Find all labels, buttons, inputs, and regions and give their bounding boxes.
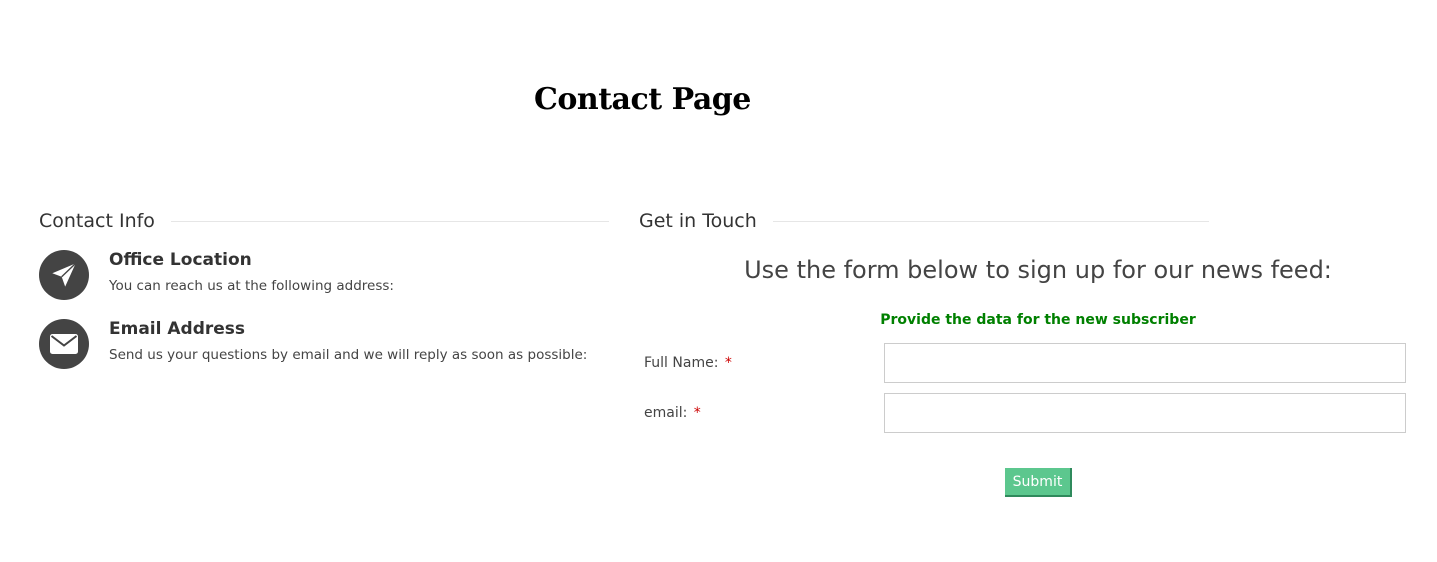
full-name-input[interactable] [884, 343, 1406, 383]
required-marker: * [693, 405, 701, 421]
form-instruction-text: Provide the data for the new subscriber [880, 312, 1196, 328]
full-name-label-text: Full Name: [644, 355, 719, 371]
get-in-touch-heading: Get in Touch [639, 208, 1209, 234]
heading-divider [170, 220, 609, 222]
form-intro-text: Use the form below to sign up for our ne… [744, 256, 1332, 284]
email-input[interactable] [884, 393, 1406, 433]
get-in-touch-heading-label: Get in Touch [639, 210, 757, 232]
page-title: Contact Page [534, 82, 751, 117]
email-label: email: * [644, 405, 701, 421]
office-location-title: Office Location [109, 250, 252, 270]
paper-plane-icon [39, 250, 89, 300]
email-label-text: email: [644, 405, 688, 421]
contact-info-heading-label: Contact Info [39, 210, 155, 232]
envelope-icon [39, 319, 89, 369]
email-address-item: Email Address Send us your questions by … [39, 319, 609, 371]
submit-button[interactable]: Submit [1005, 468, 1072, 497]
contact-info-heading: Contact Info [39, 208, 609, 234]
email-address-title: Email Address [109, 319, 246, 339]
required-marker: * [724, 355, 732, 371]
office-location-description: You can reach us at the following addres… [109, 278, 394, 294]
heading-divider [772, 220, 1209, 222]
full-name-label: Full Name: * [644, 355, 732, 371]
office-location-item: Office Location You can reach us at the … [39, 250, 609, 302]
email-address-description: Send us your questions by email and we w… [109, 347, 588, 363]
